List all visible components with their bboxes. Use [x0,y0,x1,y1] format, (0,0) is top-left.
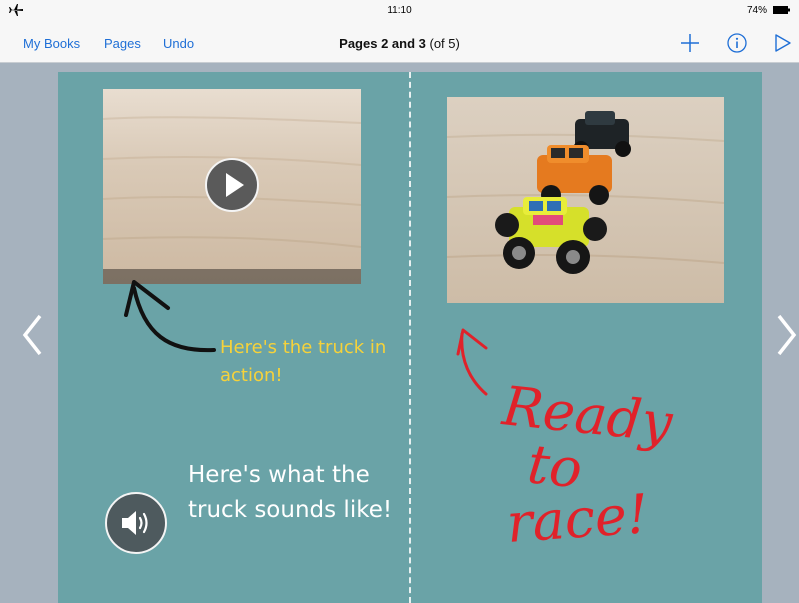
nav-bar: My Books Pages Undo Pages 2 and 3 (of 5) [0,22,799,63]
page-divider [409,72,411,603]
info-icon[interactable] [726,32,748,54]
speaker-icon [122,511,148,535]
status-time: 11:10 [387,5,412,16]
play-book-icon[interactable] [771,32,793,54]
chevron-right-icon[interactable] [775,313,797,357]
video-thumbnail[interactable] [103,89,361,284]
handwriting-line-1: Ready [499,374,677,455]
page-title-count: (of 5) [425,36,460,51]
book-spread: Here's the truck in action! Here's what … [58,72,762,603]
status-bar: 11:10 74% [0,0,799,22]
page-title-main: Pages 2 and 3 [339,36,426,51]
video-caption: Here's the truck in action! [220,337,387,386]
handwriting-line-3: race! [505,482,651,555]
chevron-left-icon[interactable] [22,313,44,357]
battery-percent: 74% [746,5,767,16]
toy-trucks-image [447,111,724,274]
truck-photo[interactable] [447,97,724,303]
play-icon [226,173,244,197]
add-icon[interactable] [679,32,701,54]
audio-caption: Here's what the truck sounds like! [188,462,393,523]
battery-icon [773,6,790,14]
handwriting-line-2: to [525,432,586,500]
play-button[interactable] [205,158,259,212]
audio-button[interactable] [105,492,167,554]
